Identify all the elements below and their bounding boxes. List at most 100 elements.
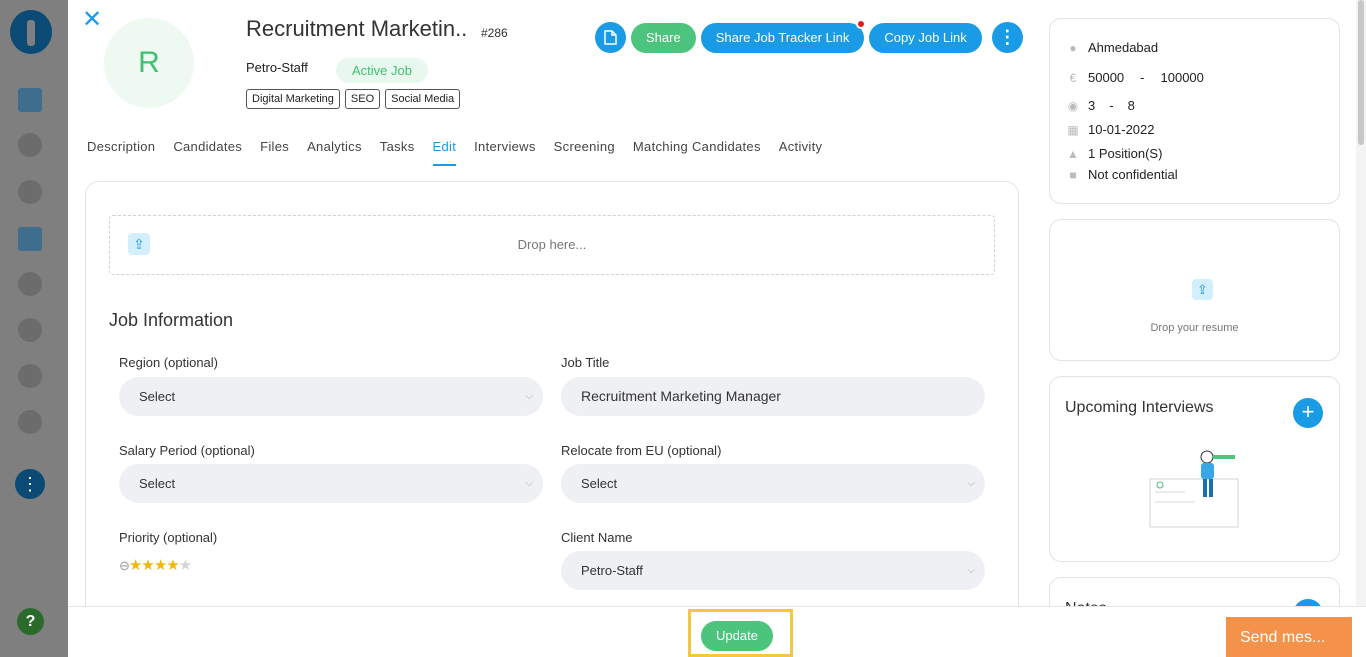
dropzone-text: Drop here... <box>517 237 587 252</box>
contacts-icon[interactable] <box>18 272 42 296</box>
person-icon: ▲ <box>1067 146 1079 161</box>
client-name-label: Client Name <box>561 530 633 545</box>
share-button[interactable]: Share <box>631 22 696 53</box>
client-name-value: Petro-Staff <box>581 563 643 578</box>
date-value: 10-01-2022 <box>1088 122 1155 137</box>
document-button[interactable] <box>595 22 626 53</box>
tab-description[interactable]: Description <box>87 139 155 166</box>
salary-max: 100000 <box>1160 70 1204 85</box>
priority-rating[interactable]: ⊖★★★★★ <box>119 556 192 574</box>
resume-drop-text: Drop your resume <box>1150 322 1239 334</box>
job-info-card: ● Ahmedabad € 50000 - 100000 ◉ 3 - 8 ▦ 1… <box>1049 18 1340 204</box>
salary-period-label: Salary Period (optional) <box>119 443 255 458</box>
star-icon[interactable]: ★ <box>166 557 179 574</box>
tab-files[interactable]: Files <box>260 139 289 166</box>
notification-dot <box>856 18 867 29</box>
document-icon <box>604 30 617 45</box>
salary-separator: - <box>1140 70 1145 85</box>
chevron-down-icon: ⌵ <box>525 478 533 489</box>
help-icon[interactable]: ? <box>17 608 44 635</box>
experience-separator: - <box>1109 98 1114 113</box>
info-salary: € 50000 - 100000 <box>1066 70 1204 85</box>
tab-interviews[interactable]: Interviews <box>474 139 536 166</box>
job-title-input[interactable]: Recruitment Marketing Manager <box>561 377 985 416</box>
info-positions: ▲ 1 Position(S) <box>1066 146 1162 161</box>
section-title: Job Information <box>109 310 234 330</box>
job-tabs: Description Candidates Files Analytics T… <box>87 139 822 166</box>
info-confidential: ■ Not confidential <box>1066 167 1178 182</box>
dashboard-icon[interactable] <box>18 88 42 112</box>
tab-tasks[interactable]: Tasks <box>380 139 415 166</box>
tab-matching-candidates[interactable]: Matching Candidates <box>633 139 761 166</box>
copy-job-link-button[interactable]: Copy Job Link <box>869 22 982 53</box>
edit-form-card: ⇪ Drop here... Job Information Region (o… <box>85 181 1019 657</box>
scrollbar-thumb[interactable] <box>1358 0 1364 145</box>
job-tags: Digital Marketing SEO Social Media <box>246 89 461 109</box>
status-badge: Active Job <box>336 58 428 83</box>
tab-analytics[interactable]: Analytics <box>307 139 362 166</box>
empty-state-illustration <box>1149 450 1239 528</box>
info-date: ▦ 10-01-2022 <box>1066 122 1155 137</box>
relocate-select-value: Select <box>581 476 618 491</box>
vertical-dots-icon: ⋮ <box>998 27 1017 47</box>
tab-candidates[interactable]: Candidates <box>173 139 242 166</box>
chevron-down-icon: ⌵ <box>525 391 533 402</box>
rocket-icon[interactable] <box>18 318 42 342</box>
info-location: ● Ahmedabad <box>1066 40 1158 55</box>
positions-value: 1 Position(S) <box>1088 146 1163 161</box>
more-menu-icon[interactable]: ⋮ <box>15 469 45 499</box>
update-button[interactable]: Update <box>701 621 773 651</box>
add-interview-button[interactable]: + <box>1293 398 1323 428</box>
send-message-button[interactable]: Send mes... <box>1226 617 1352 657</box>
confidentiality-value: Not confidential <box>1088 167 1178 182</box>
upcoming-interviews-title: Upcoming Interviews <box>1065 399 1214 416</box>
location-value: Ahmedabad <box>1088 40 1159 55</box>
client-name-select[interactable]: Petro-Staff ⌵ <box>561 551 985 590</box>
file-dropzone[interactable]: ⇪ Drop here... <box>109 215 995 275</box>
app-logo-icon[interactable] <box>10 10 52 54</box>
experience-min: 3 <box>1088 98 1096 113</box>
layers-icon[interactable] <box>18 180 42 204</box>
upcoming-interviews-card: Upcoming Interviews + <box>1049 376 1340 562</box>
more-options-button[interactable]: ⋮ <box>991 22 1023 53</box>
pie-chart-icon[interactable] <box>18 364 42 388</box>
info-experience: ◉ 3 - 8 <box>1066 98 1135 113</box>
resume-dropzone[interactable]: ⇪ Drop your resume <box>1049 219 1340 361</box>
job-detail-panel: ✕ R Recruitment Marketin.. #286 Petro-St… <box>68 0 1366 657</box>
region-label: Region (optional) <box>119 355 219 370</box>
user-icon[interactable] <box>18 133 42 157</box>
star-icon[interactable]: ★ <box>129 557 142 574</box>
share-job-tracker-button[interactable]: Share Job Tracker Link <box>700 18 867 53</box>
badge-icon: ◉ <box>1067 98 1079 113</box>
tag: SEO <box>344 89 381 109</box>
update-highlight: Update <box>688 609 793 657</box>
tab-screening[interactable]: Screening <box>554 139 615 166</box>
job-id: #286 <box>481 26 508 40</box>
priority-label: Priority (optional) <box>119 530 218 545</box>
job-avatar: R <box>104 18 194 108</box>
star-icon[interactable]: ★ <box>154 557 167 574</box>
location-pin-icon: ● <box>1069 40 1077 55</box>
region-select[interactable]: Select ⌵ <box>119 377 543 416</box>
scrollbar[interactable] <box>1356 0 1366 657</box>
calendar-icon: ▦ <box>1067 122 1079 137</box>
relocate-select[interactable]: Select ⌵ <box>561 464 985 503</box>
star-icon[interactable]: ★ <box>179 557 192 574</box>
briefcase-icon[interactable] <box>18 227 42 251</box>
experience-max: 8 <box>1127 98 1135 113</box>
salary-period-value: Select <box>139 476 176 491</box>
close-icon[interactable]: ✕ <box>82 8 102 32</box>
chevron-down-icon: ⌵ <box>967 478 975 489</box>
left-sidebar: ⋮ ? <box>0 0 68 657</box>
star-icon[interactable]: ★ <box>141 557 154 574</box>
clear-rating-icon[interactable]: ⊖ <box>119 558 130 573</box>
tab-edit[interactable]: Edit <box>432 139 457 166</box>
tab-activity[interactable]: Activity <box>779 139 823 166</box>
bottom-action-bar: Update Send mes... <box>68 606 1366 657</box>
client-name: Petro-Staff <box>246 60 308 75</box>
job-title-label: Job Title <box>561 355 610 370</box>
job-actions: Share Share Job Tracker Link Copy Job Li… <box>595 18 1023 53</box>
salary-period-select[interactable]: Select ⌵ <box>119 464 543 503</box>
tag: Social Media <box>385 89 461 109</box>
settings-icon[interactable] <box>18 410 42 434</box>
